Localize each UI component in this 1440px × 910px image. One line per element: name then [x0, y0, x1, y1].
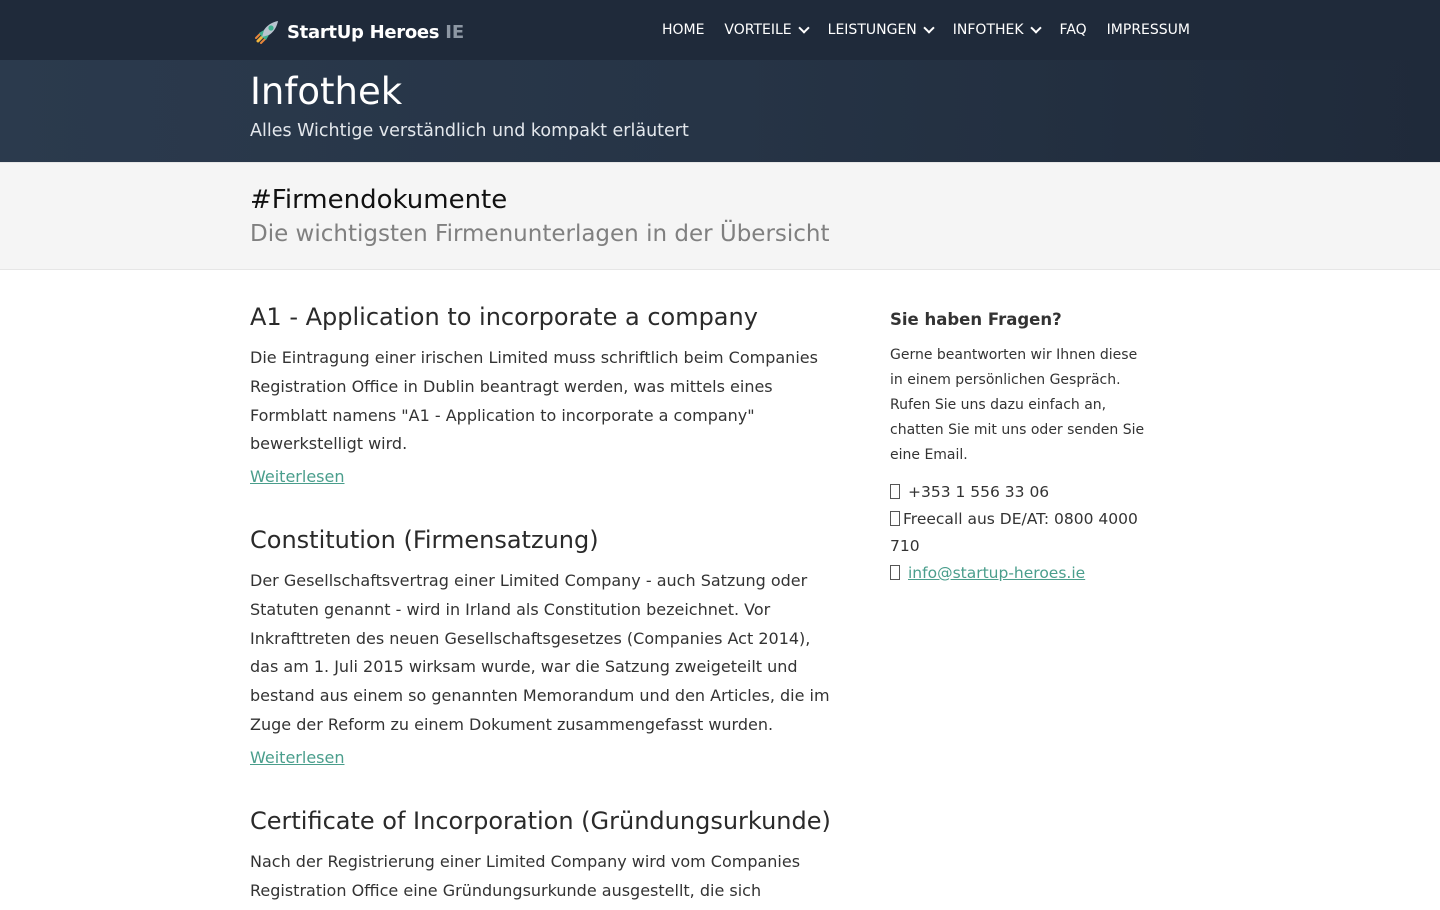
page-header: Infothek Alles Wichtige verständlich und…: [0, 60, 1440, 162]
nav-item-infothek[interactable]: INFOTHEK: [952, 22, 1042, 38]
content-area: A1 - Application to incorporate a compan…: [0, 270, 1440, 910]
nav-item-label: VORTEILE: [724, 22, 792, 38]
contact-phone: +353 1 556 33 06: [890, 479, 1150, 506]
article-item: Certificate of Incorporation (Gründungsu…: [250, 806, 835, 906]
chevron-down-icon: [1029, 22, 1042, 34]
article-text: Nach der Registrierung einer Limited Com…: [250, 852, 801, 900]
nav-item-label: INFOTHEK: [952, 22, 1024, 38]
category-subtitle: Die wichtigsten Firmenunterlagen in der …: [250, 221, 830, 247]
article-title: A1 - Application to incorporate a compan…: [250, 303, 758, 331]
contact-list: +353 1 556 33 06 Freecall aus DE/AT: 080…: [890, 479, 1150, 587]
phone-icon: [890, 484, 900, 499]
sidebar-text: Gerne beantworten wir Ihnen diese in ein…: [890, 347, 1145, 463]
article-title: Certificate of Incorporation (Gründungsu…: [250, 807, 831, 835]
read-more-link[interactable]: Weiterlesen: [250, 465, 344, 489]
brand-name: StartUp Heroes: [287, 21, 440, 43]
brand-logo[interactable]: StartUp Heroes IE: [252, 16, 464, 48]
article-item: Constitution (Firmensatzung) Der Gesells…: [250, 525, 835, 770]
rocket-icon: [255, 21, 278, 44]
page-title: Infothek: [250, 70, 403, 113]
page-subtitle: Alles Wichtige verständlich und kompakt …: [250, 121, 689, 141]
contact-freecall: Freecall aus DE/AT: 0800 4000 710: [890, 506, 1150, 560]
nav-item-label: HOME: [661, 22, 705, 38]
nav-item-impressum[interactable]: IMPRESSUM: [1107, 22, 1190, 38]
nav-item-faq[interactable]: FAQ: [1060, 22, 1087, 38]
nav-item-vorteile[interactable]: VORTEILE: [724, 22, 810, 38]
sidebar-title: Sie haben Fragen?: [890, 310, 1062, 329]
article-text: Der Gesellschaftsvertrag einer Limited C…: [250, 571, 830, 734]
phone-number[interactable]: +353 1 556 33 06: [908, 483, 1049, 501]
read-more-link[interactable]: Weiterlesen: [250, 746, 344, 770]
article-item: A1 - Application to incorporate a compan…: [250, 302, 835, 489]
main-menu: HOME VORTEILE LEISTUNGEN INFOTHEK FAQ IM…: [642, 0, 1190, 60]
nav-item-label: FAQ: [1059, 22, 1087, 38]
article-text: Die Eintragung einer irischen Limited mu…: [250, 348, 818, 454]
phone-icon: [890, 511, 900, 526]
chevron-down-icon: [923, 22, 935, 34]
article-title: Constitution (Firmensatzung): [250, 526, 599, 554]
contact-sidebar: Sie haben Fragen? Gerne beantworten wir …: [890, 310, 1150, 587]
chevron-down-icon: [797, 22, 810, 34]
nav-item-leistungen[interactable]: LEISTUNGEN: [827, 22, 935, 38]
nav-item-label: IMPRESSUM: [1106, 22, 1190, 38]
category-title: #Firmendokumente: [250, 185, 508, 215]
envelope-icon: [890, 565, 900, 580]
category-banner: #Firmendokumente Die wichtigsten Firmenu…: [0, 162, 1440, 270]
contact-email: info@startup-heroes.ie: [890, 560, 1150, 587]
brand-suffix: IE: [445, 21, 465, 43]
email-link[interactable]: info@startup-heroes.ie: [908, 564, 1085, 582]
freecall-number[interactable]: Freecall aus DE/AT: 0800 4000 710: [890, 510, 1138, 555]
top-navbar: StartUp Heroes IE HOME VORTEILE LEISTUNG…: [0, 0, 1440, 60]
nav-item-label: LEISTUNGEN: [827, 22, 917, 38]
nav-item-home[interactable]: HOME: [662, 22, 704, 38]
